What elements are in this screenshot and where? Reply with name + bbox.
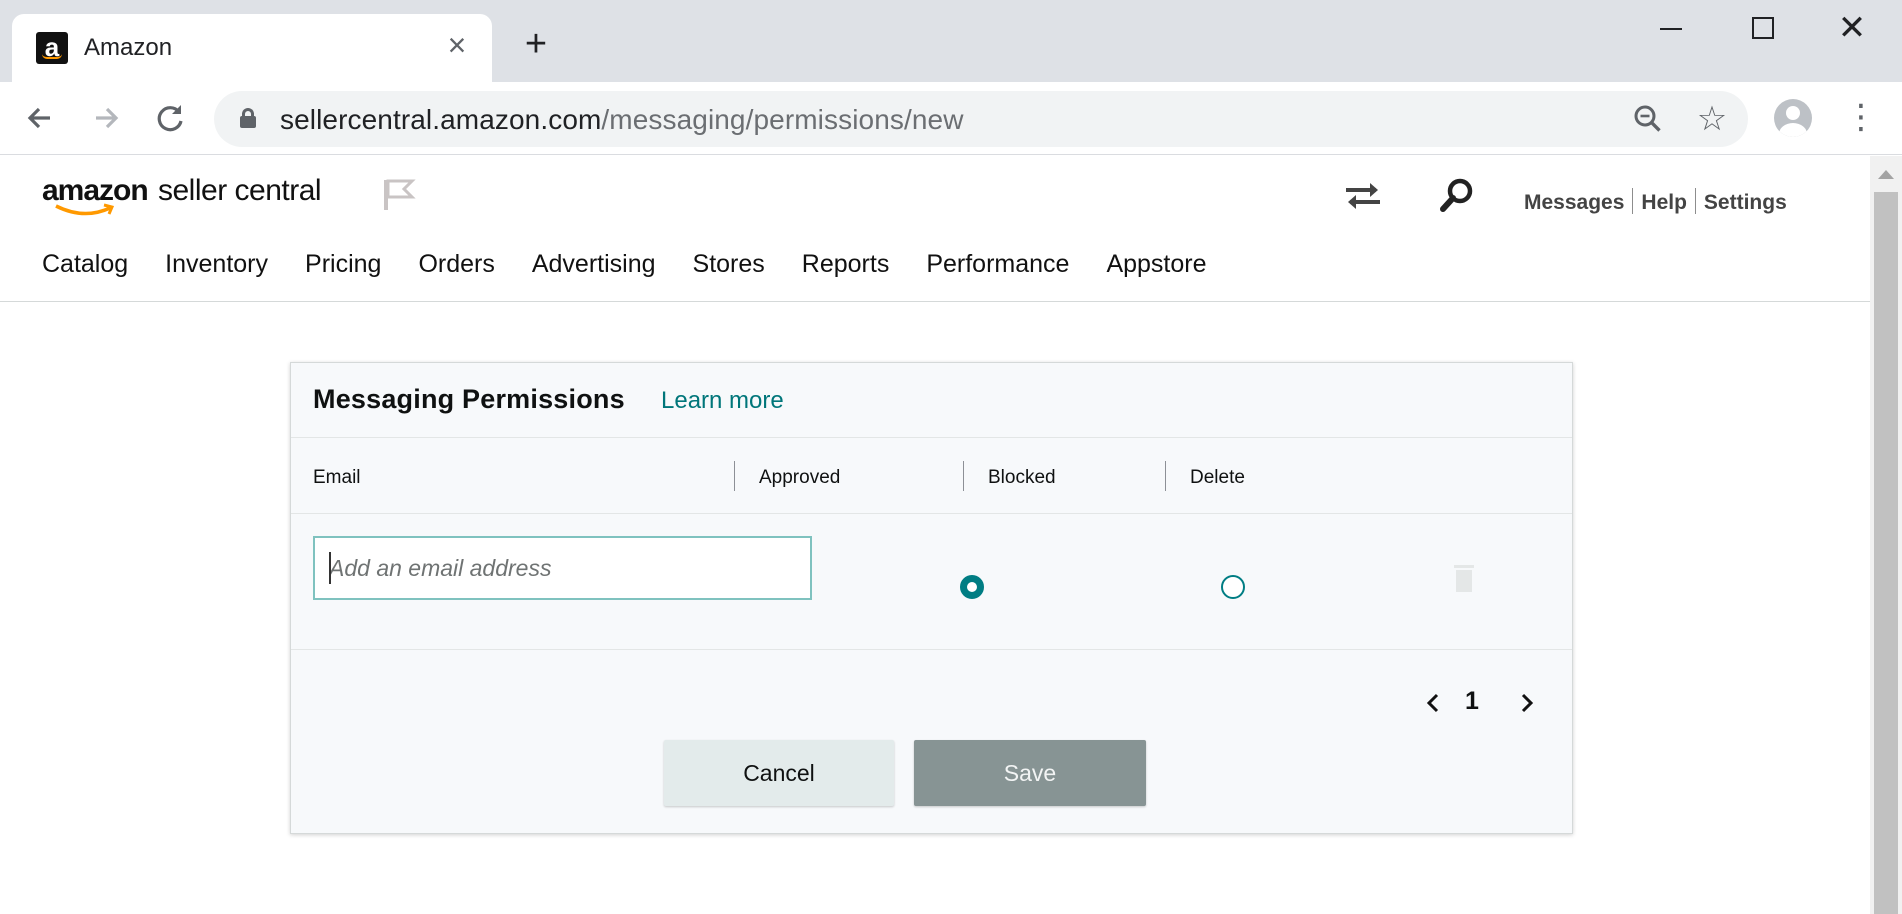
forward-arrow-icon[interactable] bbox=[86, 98, 126, 138]
amazon-smile-icon bbox=[55, 203, 114, 216]
page-number[interactable]: 1 bbox=[1465, 687, 1479, 716]
page-title: Messaging Permissions bbox=[313, 384, 625, 414]
cancel-button[interactable]: Cancel bbox=[664, 740, 894, 806]
page-scrollbar[interactable] bbox=[1870, 156, 1902, 914]
column-divider bbox=[734, 461, 735, 491]
chevron-left-icon[interactable] bbox=[1423, 689, 1443, 717]
messaging-permissions-panel: Messaging Permissions Learn more Email A… bbox=[290, 362, 1573, 834]
column-delete: Delete bbox=[1190, 467, 1245, 488]
nav-item-inventory[interactable]: Inventory bbox=[165, 250, 268, 290]
nav-item-reports[interactable]: Reports bbox=[802, 250, 890, 290]
table-row bbox=[291, 515, 1572, 650]
link-separator bbox=[1694, 188, 1696, 214]
main-navigation: Catalog Inventory Pricing Orders Adverti… bbox=[42, 250, 1244, 290]
column-blocked: Blocked bbox=[988, 467, 1056, 488]
bookmark-star-icon[interactable]: ☆ bbox=[1692, 99, 1732, 139]
url-path: /messaging/permissions/new bbox=[601, 104, 964, 135]
messages-link[interactable]: Messages bbox=[1524, 191, 1624, 214]
settings-link[interactable]: Settings bbox=[1704, 191, 1787, 214]
text-caret bbox=[329, 552, 331, 584]
address-bar[interactable]: sellercentral.amazon.com/messaging/permi… bbox=[214, 91, 1748, 147]
save-button[interactable]: Save bbox=[914, 740, 1146, 806]
scrollbar-thumb[interactable] bbox=[1874, 192, 1898, 914]
column-divider bbox=[1165, 461, 1166, 491]
window-minimize-icon[interactable] bbox=[1640, 8, 1700, 48]
profile-avatar-icon[interactable] bbox=[1774, 99, 1812, 137]
browser-menu-icon[interactable]: ⋮ bbox=[1844, 98, 1878, 138]
logo-seller-central-text: seller central bbox=[158, 174, 322, 207]
browser-tab-bar: a Amazon × + ✕ bbox=[0, 0, 1902, 82]
column-email: Email bbox=[313, 467, 361, 488]
blocked-radio[interactable] bbox=[1221, 575, 1245, 599]
table-header: Email Approved Blocked Delete bbox=[291, 439, 1572, 514]
search-icon[interactable] bbox=[1438, 176, 1476, 214]
flag-icon[interactable] bbox=[382, 176, 416, 212]
back-arrow-icon[interactable] bbox=[20, 98, 60, 138]
nav-item-pricing[interactable]: Pricing bbox=[305, 250, 381, 290]
browser-tab[interactable]: a Amazon × bbox=[12, 14, 492, 82]
zoom-out-icon[interactable] bbox=[1630, 101, 1666, 137]
scroll-up-arrow-icon[interactable] bbox=[1870, 164, 1902, 190]
nav-item-orders[interactable]: Orders bbox=[418, 250, 494, 290]
panel-header: Messaging Permissions Learn more bbox=[291, 363, 1572, 438]
learn-more-link[interactable]: Learn more bbox=[661, 387, 784, 415]
window-close-icon[interactable]: ✕ bbox=[1822, 8, 1882, 48]
tab-title: Amazon bbox=[84, 34, 173, 61]
seller-central-header: amazon seller central Messages Help Settin… bbox=[0, 156, 1870, 302]
browser-toolbar: sellercentral.amazon.com/messaging/permi… bbox=[0, 82, 1902, 155]
help-link[interactable]: Help bbox=[1641, 191, 1687, 214]
email-input[interactable] bbox=[313, 536, 812, 600]
nav-item-performance[interactable]: Performance bbox=[926, 250, 1069, 290]
nav-item-appstore[interactable]: Appstore bbox=[1106, 250, 1206, 290]
nav-item-catalog[interactable]: Catalog bbox=[42, 250, 128, 290]
link-separator bbox=[1632, 188, 1634, 214]
url-domain: sellercentral.amazon.com bbox=[280, 104, 602, 135]
tab-close-icon[interactable]: × bbox=[440, 28, 474, 62]
url-text[interactable]: sellercentral.amazon.com/messaging/permi… bbox=[280, 104, 964, 136]
new-tab-plus-icon[interactable]: + bbox=[518, 25, 554, 63]
nav-item-stores[interactable]: Stores bbox=[693, 250, 765, 290]
approved-radio[interactable] bbox=[960, 575, 984, 599]
pagination-footer: 1 Cancel Save bbox=[291, 651, 1572, 835]
column-divider bbox=[963, 461, 964, 491]
window-maximize-icon[interactable] bbox=[1732, 8, 1792, 48]
switch-accounts-icon[interactable] bbox=[1344, 180, 1382, 212]
nav-item-advertising[interactable]: Advertising bbox=[532, 250, 656, 290]
reload-icon[interactable] bbox=[150, 98, 190, 138]
column-approved: Approved bbox=[759, 467, 841, 488]
chevron-right-icon[interactable] bbox=[1517, 689, 1537, 717]
trash-icon[interactable] bbox=[1453, 565, 1475, 593]
header-links: Messages Help Settings bbox=[1524, 188, 1787, 215]
amazon-favicon-icon: a bbox=[36, 32, 68, 64]
lock-icon[interactable] bbox=[240, 108, 256, 128]
